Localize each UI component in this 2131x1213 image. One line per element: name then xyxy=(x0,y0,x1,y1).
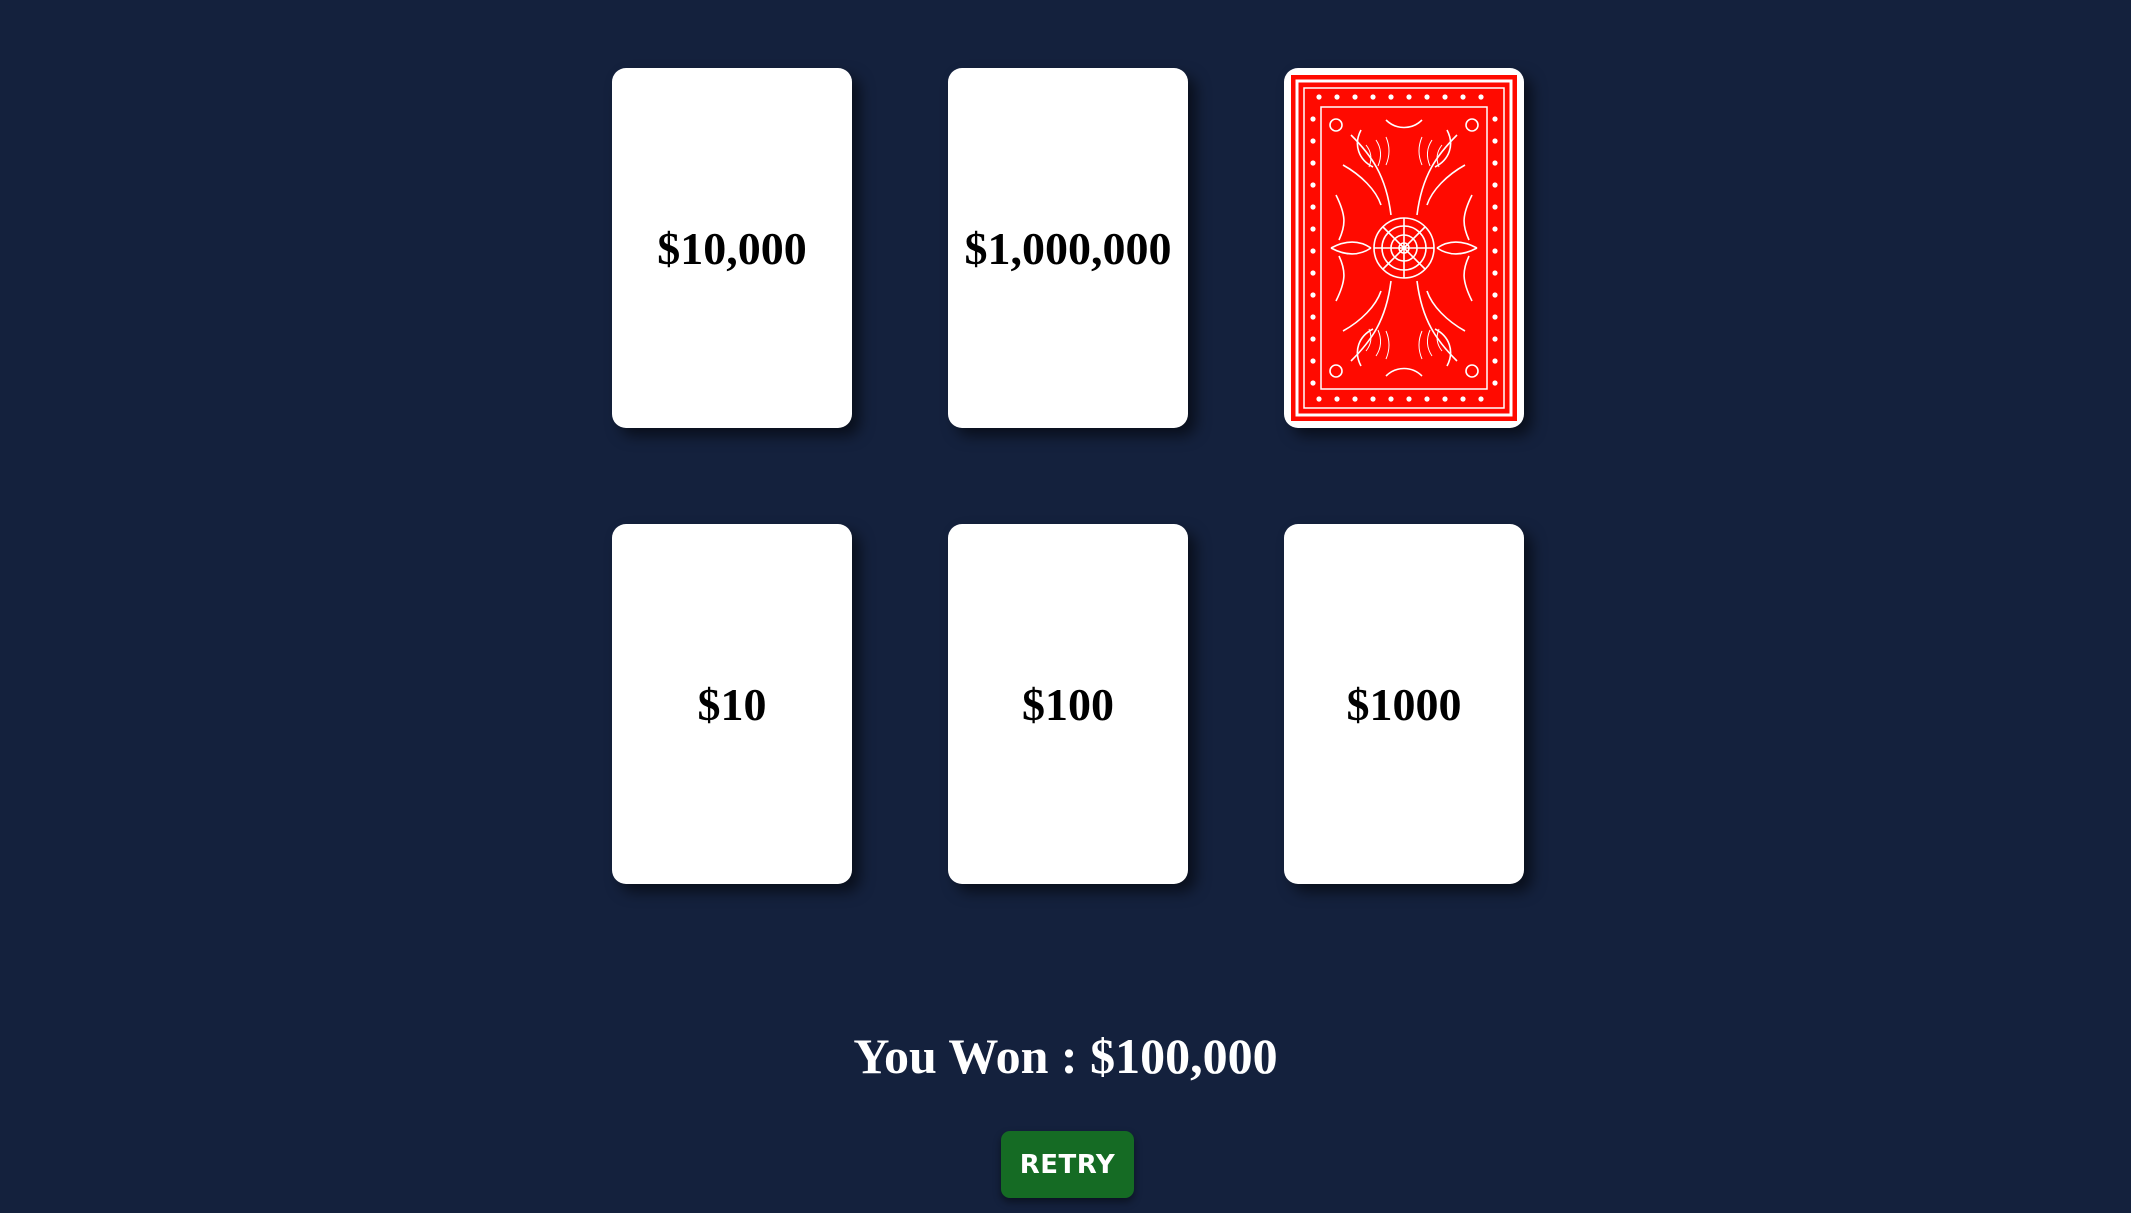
prize-card-4[interactable]: $10 xyxy=(612,524,852,884)
prize-card-6[interactable]: $1000 xyxy=(1284,524,1524,884)
result-message: You Won : $100,000 xyxy=(853,1028,1278,1084)
card-value: $1,000,000 xyxy=(964,222,1172,274)
card-back-pattern-icon xyxy=(1291,75,1517,421)
card-value: $1000 xyxy=(1346,678,1462,730)
prize-card-1[interactable]: $10,000 xyxy=(612,68,852,428)
card-value: $100 xyxy=(1022,678,1114,730)
game-board: $10,000 $1,000,000 $10 $100 $1000 You Wo… xyxy=(0,0,2131,1213)
prize-card-2[interactable]: $1,000,000 xyxy=(948,68,1188,428)
card-value: $10 xyxy=(697,678,767,730)
prize-card-3-face-down[interactable] xyxy=(1284,68,1524,428)
retry-button[interactable]: RETRY xyxy=(1001,1131,1134,1198)
prize-card-5[interactable]: $100 xyxy=(948,524,1188,884)
card-value: $10,000 xyxy=(657,222,807,274)
